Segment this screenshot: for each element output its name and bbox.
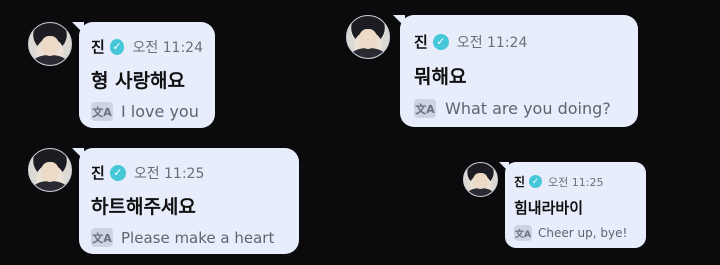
translate-icon[interactable]: 文A xyxy=(414,99,436,118)
message-text: 하트해주세요 xyxy=(91,196,196,218)
message-time: 오전 11:25 xyxy=(548,175,604,189)
translation-text: What are you doing? xyxy=(445,99,611,118)
sender-name: 진 xyxy=(91,38,105,56)
sender-name: 진 xyxy=(91,164,105,182)
translate-icon[interactable]: 文A xyxy=(514,225,532,241)
translate-icon[interactable]: 文A xyxy=(91,102,113,121)
translation-text: I love you xyxy=(121,102,199,121)
avatar[interactable] xyxy=(346,15,390,59)
avatar[interactable] xyxy=(28,22,72,66)
translate-icon[interactable]: 文A xyxy=(91,228,113,247)
avatar[interactable] xyxy=(28,148,72,192)
sender-name: 진 xyxy=(414,33,428,51)
translation-text: Cheer up, bye! xyxy=(538,226,628,240)
check-badge-icon: ✓ xyxy=(109,38,125,55)
message-bubble[interactable]: 진 ✓ 오전 11:24 형 사랑해요 文A I love you xyxy=(72,22,215,128)
message-time: 오전 11:24 xyxy=(132,39,203,56)
sender-name: 진 xyxy=(514,175,526,189)
check-badge-icon: ✓ xyxy=(109,164,126,181)
message-time: 오전 11:25 xyxy=(133,165,205,182)
avatar[interactable] xyxy=(463,162,498,197)
message-bubble[interactable]: 진 ✓ 오전 11:25 힘내라바이 文A Cheer up, bye! xyxy=(499,162,646,248)
translation-text: Please make a heart xyxy=(121,228,275,247)
message-time: 오전 11:24 xyxy=(456,34,528,51)
message-text: 힘내라바이 xyxy=(514,199,584,217)
message-bubble[interactable]: 진 ✓ 오전 11:24 뭐해요 文A What are you doing? xyxy=(393,15,638,127)
message-text: 뭐해요 xyxy=(414,66,467,88)
message-bubble[interactable]: 진 ✓ 오전 11:25 하트해주세요 文A Please make a hea… xyxy=(72,148,299,254)
message-text: 형 사랑해요 xyxy=(91,70,186,92)
check-badge-icon: ✓ xyxy=(432,33,449,50)
check-badge-icon: ✓ xyxy=(529,175,543,188)
